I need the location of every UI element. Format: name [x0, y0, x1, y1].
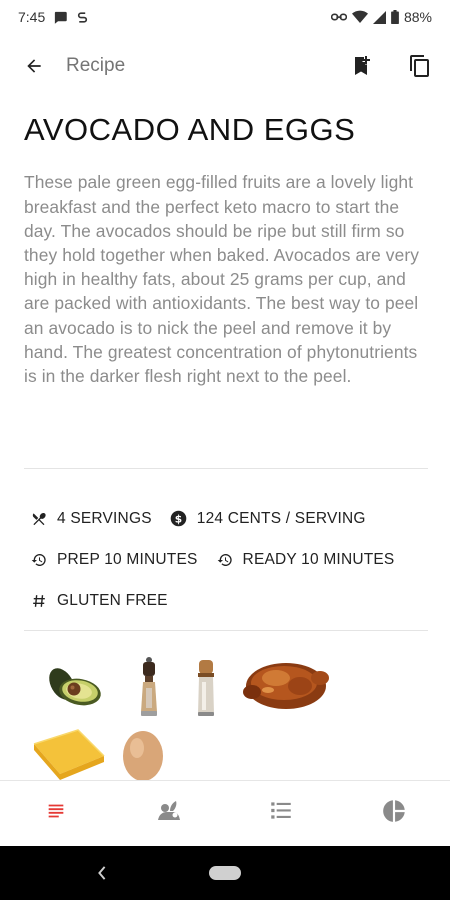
app-bar: Recipe [0, 38, 450, 94]
diet-label: GLUTEN FREE [57, 591, 168, 609]
divider [24, 468, 428, 469]
recipe-meta: 4 SERVINGS $ 124 CENTS / SERVING PREP 10… [30, 498, 430, 621]
status-time: 7:45 [18, 9, 46, 25]
cost-label: 124 CENTS / SERVING [196, 509, 366, 527]
system-back-icon[interactable] [92, 862, 112, 884]
cost-info: $ 124 CENTS / SERVING [170, 510, 366, 528]
instructions-icon [268, 798, 294, 829]
status-bar: 7:45 88% [0, 0, 450, 34]
bottom-navigation [0, 780, 450, 846]
nutrition-icon [381, 798, 407, 829]
ingredient-image-cheese[interactable] [32, 726, 106, 780]
servings-label: 4 SERVINGS [57, 509, 152, 527]
battery-percent: 88% [403, 9, 432, 25]
dollar-circle-icon: $ [170, 510, 188, 528]
battery-icon [391, 10, 399, 24]
svg-text:$: $ [175, 512, 183, 525]
ingredient-image-pepper-mill[interactable] [136, 656, 162, 723]
back-arrow-icon[interactable] [20, 52, 48, 80]
ingredient-image-avocado[interactable] [42, 662, 106, 715]
meta-row: GLUTEN FREE [30, 580, 430, 621]
meta-row: 4 SERVINGS $ 124 CENTS / SERVING [30, 498, 430, 539]
recipe-content: AVOCADO AND EGGS These pale green egg-fi… [24, 110, 428, 388]
fork-knife-icon [30, 510, 48, 528]
history-clock-icon [30, 551, 48, 569]
message-icon [53, 10, 68, 25]
nav-summary[interactable] [0, 781, 113, 846]
ingredient-image-roast-chicken[interactable] [240, 656, 332, 719]
system-navigation-bar [0, 846, 450, 900]
ingredient-image-salt-shaker[interactable] [194, 660, 218, 723]
vpn-key-icon [330, 11, 347, 23]
hashtag-icon [30, 592, 48, 610]
diet-info: GLUTEN FREE [30, 592, 168, 610]
ready-info: READY 10 MINUTES [216, 551, 395, 569]
nav-nutrition[interactable] [338, 781, 450, 846]
prep-info: PREP 10 MINUTES [30, 551, 198, 569]
copy-icon[interactable] [406, 52, 434, 80]
summary-icon [45, 800, 67, 827]
recipe-description: These pale green egg-filled fruits are a… [24, 172, 420, 386]
ingredient-images [24, 648, 428, 780]
page-title: Recipe [66, 55, 126, 76]
ready-label: READY 10 MINUTES [242, 550, 395, 568]
sync-icon [76, 10, 89, 25]
wifi-icon [351, 10, 368, 24]
signal-icon [372, 10, 386, 24]
ingredient-image-egg[interactable] [120, 728, 166, 780]
prep-label: PREP 10 MINUTES [57, 550, 198, 568]
ingredients-icon [155, 797, 183, 830]
nav-instructions[interactable] [225, 781, 338, 846]
nav-ingredients[interactable] [113, 781, 226, 846]
divider [24, 630, 428, 631]
servings-info: 4 SERVINGS [30, 510, 152, 528]
meta-row: PREP 10 MINUTES READY 10 MINUTES [30, 539, 430, 580]
system-home-pill[interactable] [209, 866, 241, 880]
recipe-title: AVOCADO AND EGGS [24, 112, 356, 147]
bookmark-add-icon[interactable] [348, 52, 376, 80]
history-clock-icon [216, 551, 234, 569]
